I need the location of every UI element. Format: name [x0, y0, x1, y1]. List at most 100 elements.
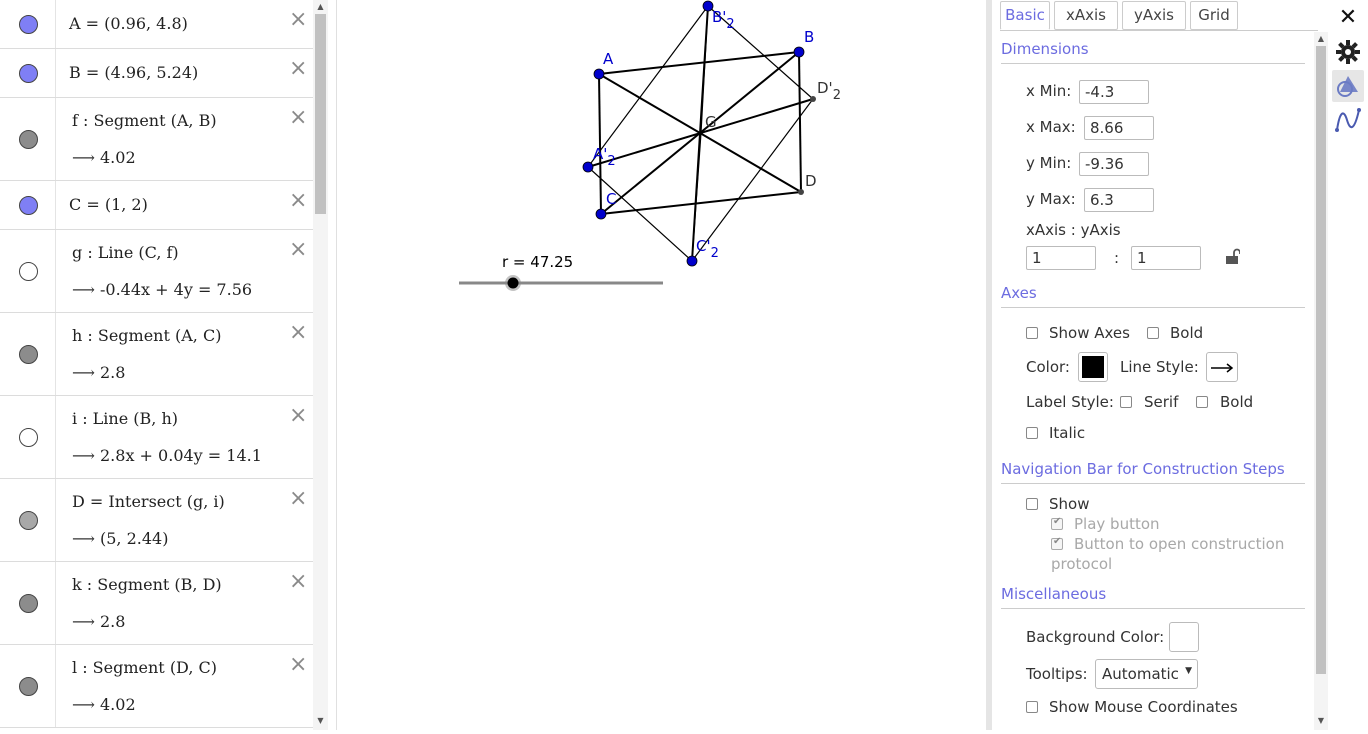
- serif-checkbox[interactable]: [1120, 396, 1132, 408]
- graphics-view[interactable]: A B C D G A'2 B'2 C'2 D'2 r = 47.25: [336, 0, 986, 730]
- delete-icon[interactable]: ×: [289, 571, 307, 593]
- segment-B-D[interactable]: [798, 51, 802, 193]
- bg-color-button[interactable]: [1169, 622, 1199, 652]
- ratio-y-input[interactable]: 1: [1131, 246, 1201, 270]
- open-protocol-label-cont: protocol: [1051, 555, 1113, 573]
- point-label-subscript: 2: [607, 154, 615, 169]
- unlock-icon[interactable]: [1224, 248, 1240, 266]
- point-C[interactable]: [595, 208, 607, 220]
- visibility-toggle[interactable]: [19, 261, 38, 281]
- axes-color-button[interactable]: [1078, 352, 1108, 382]
- visibility-toggle[interactable]: [19, 676, 38, 696]
- nav-show-checkbox[interactable]: [1026, 498, 1038, 510]
- graphics-canvas[interactable]: ABCDGA'2B'2C'2D'2 r = 47.25: [337, 0, 987, 730]
- algebra-scrollbar[interactable]: ▲ ▼: [313, 0, 328, 730]
- delete-icon[interactable]: ×: [289, 58, 307, 80]
- tab-divider: [1000, 30, 1318, 31]
- line-style-label: Line Style:: [1120, 358, 1199, 376]
- algebra-row[interactable]: A = (0.96, 4.8) ×: [0, 0, 313, 49]
- point-D[interactable]: [798, 189, 804, 195]
- algebra-row[interactable]: h : Segment (A, C) ⟶ 2.8 ×: [0, 313, 313, 396]
- close-icon[interactable]: ✕: [1334, 4, 1362, 32]
- segment-G-D2[interactable]: [700, 98, 814, 134]
- delete-icon[interactable]: ×: [289, 107, 307, 129]
- label-style-label: Label Style:: [1026, 393, 1114, 411]
- graphics-view-icon[interactable]: [1334, 72, 1362, 100]
- properties-scrollbar[interactable]: ▲ ▼: [1314, 32, 1328, 730]
- delete-icon[interactable]: ×: [289, 405, 307, 427]
- point-A[interactable]: [593, 68, 605, 80]
- visibility-toggle[interactable]: [19, 63, 38, 83]
- tooltips-dropdown[interactable]: Automatic ▼: [1095, 659, 1198, 689]
- xmin-label: x Min:: [1026, 82, 1072, 100]
- xmin-input[interactable]: -4.3: [1079, 80, 1149, 104]
- section-misc-title: Miscellaneous: [1001, 585, 1107, 603]
- slider-handle[interactable]: [507, 277, 519, 289]
- algebra-row[interactable]: g : Line (C, f) ⟶ -0.44x + 4y = 7.56 ×: [0, 230, 313, 313]
- segment-D-C[interactable]: [600, 191, 802, 215]
- scroll-down-arrow-icon[interactable]: ▼: [313, 716, 328, 725]
- visibility-toggle[interactable]: [19, 129, 38, 149]
- gear-icon[interactable]: [1334, 38, 1362, 66]
- algebra-row[interactable]: l : Segment (D, C) ⟶ 4.02 ×: [0, 645, 313, 728]
- ymin-input[interactable]: -9.36: [1079, 152, 1149, 176]
- algebra-definition[interactable]: i : Line (B, h): [72, 409, 178, 428]
- algebra-definition[interactable]: g : Line (C, f): [72, 243, 179, 262]
- point-D2[interactable]: [810, 96, 816, 102]
- algebra-definition[interactable]: k : Segment (B, D): [72, 575, 222, 594]
- algebra-row[interactable]: f : Segment (A, B) ⟶ 4.02 ×: [0, 98, 313, 181]
- tab-yaxis[interactable]: yAxis: [1122, 1, 1186, 30]
- point-C2[interactable]: [686, 255, 698, 267]
- algebra-row[interactable]: D = Intersect (g, i) ⟶ (5, 2.44) ×: [0, 479, 313, 562]
- delete-icon[interactable]: ×: [289, 9, 307, 31]
- italic-checkbox[interactable]: [1026, 427, 1038, 439]
- algebra-definition[interactable]: h : Segment (A, C): [72, 326, 221, 345]
- algebra-definition[interactable]: l : Segment (D, C): [72, 658, 217, 677]
- xmax-input[interactable]: 8.66: [1084, 116, 1154, 140]
- tab-basic[interactable]: Basic: [1000, 1, 1050, 30]
- segment-A2-B2[interactable]: [587, 5, 709, 168]
- properties-scroll-thumb[interactable]: [1316, 46, 1326, 674]
- function-graph-icon[interactable]: [1334, 106, 1362, 134]
- visibility-toggle[interactable]: [19, 593, 38, 613]
- delete-icon[interactable]: ×: [289, 654, 307, 676]
- point-A2[interactable]: [582, 161, 594, 173]
- mouse-coords-checkbox[interactable]: [1026, 701, 1038, 713]
- algebra-scroll-thumb[interactable]: [315, 14, 326, 214]
- algebra-row[interactable]: k : Segment (B, D) ⟶ 2.8 ×: [0, 562, 313, 645]
- show-axes-checkbox[interactable]: [1026, 327, 1038, 339]
- scroll-down-arrow-icon[interactable]: ▼: [1314, 716, 1328, 725]
- algebra-definition[interactable]: A = (0.96, 4.8): [69, 14, 188, 33]
- tab-grid[interactable]: Grid: [1190, 1, 1238, 30]
- algebra-definition[interactable]: f : Segment (A, B): [72, 111, 217, 130]
- algebra-row[interactable]: i : Line (B, h) ⟶ 2.8x + 0.04y = 14.1 ×: [0, 396, 313, 479]
- scroll-up-arrow-icon[interactable]: ▲: [313, 2, 328, 11]
- axes-bold-checkbox[interactable]: [1147, 327, 1159, 339]
- scroll-up-arrow-icon[interactable]: ▲: [1314, 34, 1328, 43]
- algebra-row[interactable]: C = (1, 2) ×: [0, 181, 313, 230]
- segment-A-C[interactable]: [598, 73, 602, 215]
- algebra-definition[interactable]: C = (1, 2): [69, 195, 148, 214]
- ymax-input[interactable]: 6.3: [1084, 188, 1154, 212]
- line-style-button[interactable]: [1206, 352, 1238, 382]
- delete-icon[interactable]: ×: [289, 190, 307, 212]
- algebra-definition[interactable]: D = Intersect (g, i): [72, 492, 225, 511]
- visibility-toggle[interactable]: [19, 344, 38, 364]
- visibility-toggle[interactable]: [19, 427, 38, 447]
- point-label-B2: B'2: [712, 8, 735, 32]
- tab-xaxis[interactable]: xAxis: [1054, 1, 1118, 30]
- delete-icon[interactable]: ×: [289, 322, 307, 344]
- visibility-toggle[interactable]: [19, 510, 38, 530]
- tooltips-value: Automatic: [1102, 665, 1179, 683]
- visibility-toggle[interactable]: [19, 14, 38, 34]
- ratio-x-input[interactable]: 1: [1026, 246, 1096, 270]
- algebra-definition[interactable]: B = (4.96, 5.24): [69, 63, 198, 82]
- algebra-row[interactable]: B = (4.96, 5.24) ×: [0, 49, 313, 98]
- segment-A-B[interactable]: [598, 51, 800, 75]
- label-bold-checkbox[interactable]: [1196, 396, 1208, 408]
- visibility-toggle[interactable]: [19, 195, 38, 215]
- delete-icon[interactable]: ×: [289, 239, 307, 261]
- point-B[interactable]: [793, 46, 805, 58]
- delete-icon[interactable]: ×: [289, 488, 307, 510]
- properties-side-toolbar: ✕: [1328, 0, 1368, 730]
